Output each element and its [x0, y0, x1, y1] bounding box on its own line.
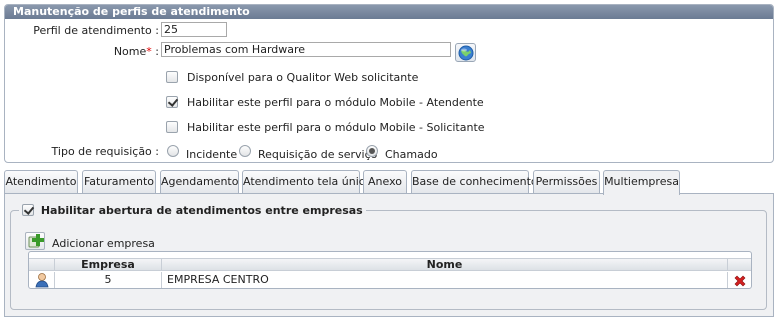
- tab-faturamento[interactable]: Faturamento: [82, 170, 156, 194]
- add-company-button[interactable]: [25, 232, 45, 250]
- nome-label-group: Nome* :: [60, 45, 159, 58]
- grid-header: Empresa Nome: [29, 258, 751, 271]
- checkbox-qualitor-web[interactable]: [166, 71, 178, 83]
- enable-multiempresa-label: Habilitar abertura de atendimentos entre…: [40, 204, 363, 217]
- radio-chamado[interactable]: [366, 145, 378, 157]
- table-row[interactable]: 5 EMPRESA CENTRO: [29, 272, 751, 288]
- radio-requisicao-label: Requisição de serviço: [258, 148, 378, 161]
- fieldset-legend: Habilitar abertura de atendimentos entre…: [19, 204, 366, 218]
- checkbox-mobile-atendente[interactable]: [166, 96, 178, 108]
- user-icon: [35, 273, 49, 288]
- column-nome[interactable]: Nome: [161, 259, 727, 270]
- enable-multiempresa-checkbox[interactable]: [22, 204, 34, 216]
- add-icon: [28, 234, 44, 248]
- delete-button[interactable]: [727, 272, 751, 288]
- radio-chamado-label: Chamado: [385, 148, 438, 161]
- radio-requisicao[interactable]: [239, 145, 251, 157]
- column-actions: [727, 259, 751, 270]
- panel-title: Manutenção de perfis de atendimento: [5, 5, 773, 19]
- checkbox-mobile-solicitante[interactable]: [166, 121, 178, 133]
- checkbox-qualitor-web-label: Disponível para o Qualitor Web solicitan…: [187, 71, 419, 84]
- tab-multiempresa[interactable]: Multiempresa: [603, 170, 680, 195]
- nome-colon: :: [155, 45, 159, 58]
- cell-nome: EMPRESA CENTRO: [161, 272, 727, 288]
- tab-permissoes[interactable]: Permissões: [533, 170, 600, 194]
- nome-input[interactable]: [161, 42, 451, 57]
- nome-label: Nome: [113, 45, 147, 58]
- checkbox-mobile-solicitante-label: Habilitar este perfil para o módulo Mobi…: [187, 121, 485, 134]
- perfil-input[interactable]: [161, 22, 227, 37]
- tab-atendimento[interactable]: Atendimento: [4, 170, 78, 194]
- tab-agendamento[interactable]: Agendamento: [160, 170, 239, 194]
- companies-grid: Empresa Nome 5 EMPRESA CENTRO: [28, 251, 752, 289]
- perfil-label: Perfil de atendimento :: [33, 24, 159, 37]
- radio-incidente[interactable]: [167, 145, 179, 157]
- tab-atendimento-tela-unica[interactable]: Atendimento tela única: [242, 170, 372, 194]
- checkbox-mobile-atendente-label: Habilitar este perfil para o módulo Mobi…: [187, 96, 484, 109]
- radio-incidente-label: Incidente: [186, 148, 238, 161]
- column-empresa[interactable]: Empresa: [54, 259, 161, 270]
- add-company-label: Adicionar empresa: [52, 237, 155, 250]
- delete-icon: [734, 275, 746, 287]
- required-mark: *: [146, 45, 152, 58]
- tipo-label: Tipo de requisição :: [51, 145, 159, 158]
- tab-anexo[interactable]: Anexo: [363, 170, 407, 194]
- tab-base-conhecimento[interactable]: Base de conhecimento: [411, 170, 538, 194]
- translate-button[interactable]: [455, 43, 476, 62]
- globe-icon: [458, 45, 474, 61]
- user-icon-cell: [29, 272, 54, 288]
- cell-empresa: 5: [54, 272, 161, 288]
